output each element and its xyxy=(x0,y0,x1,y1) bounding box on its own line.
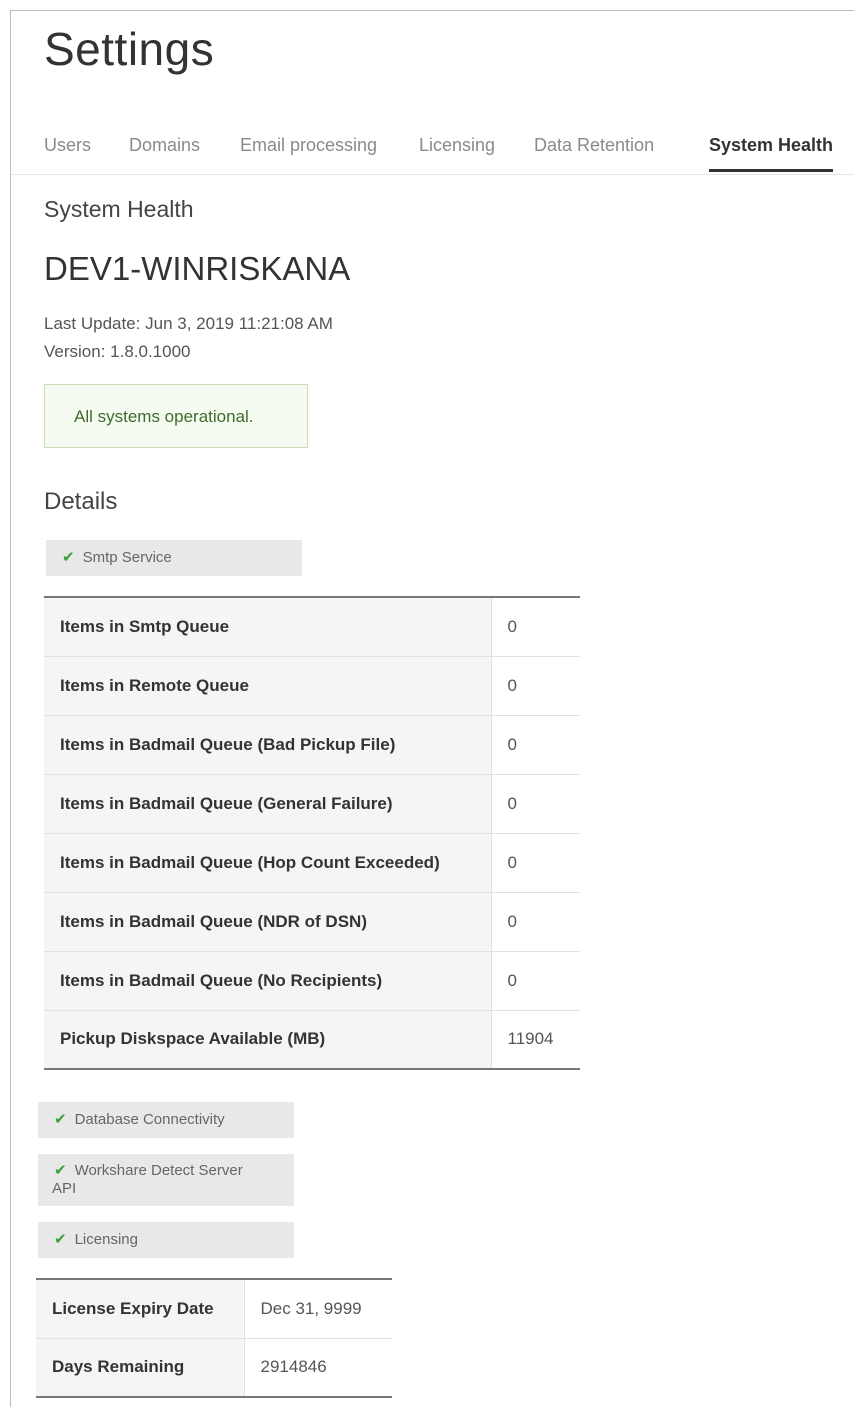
check-icon: ✔ xyxy=(54,1231,67,1248)
check-icon: ✔ xyxy=(54,1111,67,1128)
check-icon: ✔ xyxy=(62,549,75,566)
row-value: 0 xyxy=(491,715,580,775)
workshare-api-header[interactable]: ✔ Workshare Detect Server API xyxy=(38,1154,294,1206)
row-label: Items in Badmail Queue (NDR of DSN) xyxy=(44,892,492,952)
row-value: 0 xyxy=(491,597,580,657)
table-row: Items in Badmail Queue (No Recipients) 0 xyxy=(44,951,580,1011)
row-value: 0 xyxy=(491,656,580,716)
version: Version: 1.8.0.1000 xyxy=(44,342,191,361)
settings-tabs: Users Domains Email processing Licensing… xyxy=(11,118,854,175)
row-value: 0 xyxy=(491,833,580,893)
licensing-table: License Expiry Date Dec 31, 9999 Days Re… xyxy=(36,1278,392,1398)
workshare-api-label-line1: Workshare Detect Server xyxy=(74,1162,243,1179)
smtp-service-label: Smtp Service xyxy=(82,549,172,566)
table-row: Items in Badmail Queue (Bad Pickup File)… xyxy=(44,715,580,775)
table-row: Items in Badmail Queue (General Failure)… xyxy=(44,774,580,834)
row-label: Pickup Diskspace Available (MB) xyxy=(44,1010,492,1069)
row-label: Items in Badmail Queue (Bad Pickup File) xyxy=(44,715,492,775)
workshare-api-label-line2: API xyxy=(52,1180,77,1197)
last-update: Last Update: Jun 3, 2019 11:21:08 AM xyxy=(44,314,333,333)
licensing-label: Licensing xyxy=(74,1231,138,1248)
row-label: Items in Remote Queue xyxy=(44,656,492,716)
row-value: Dec 31, 9999 xyxy=(244,1279,392,1339)
table-row: Items in Badmail Queue (Hop Count Exceed… xyxy=(44,833,580,893)
row-value: 0 xyxy=(491,892,580,952)
table-row: Items in Remote Queue 0 xyxy=(44,656,580,716)
tab-email-processing[interactable]: Email processing xyxy=(240,132,377,172)
tab-data-retention[interactable]: Data Retention xyxy=(534,132,654,172)
row-label: Items in Smtp Queue xyxy=(44,597,492,657)
row-value: 2914846 xyxy=(244,1338,392,1397)
table-row: License Expiry Date Dec 31, 9999 xyxy=(36,1279,392,1339)
status-message: All systems operational. xyxy=(44,384,308,448)
row-label: Days Remaining xyxy=(36,1338,245,1397)
tab-licensing[interactable]: Licensing xyxy=(419,132,495,172)
table-row: Days Remaining 2914846 xyxy=(36,1338,392,1397)
row-value: 0 xyxy=(491,774,580,834)
section-title: System Health xyxy=(44,196,194,222)
table-row: Pickup Diskspace Available (MB) 11904 xyxy=(44,1010,580,1069)
row-label: Items in Badmail Queue (No Recipients) xyxy=(44,951,492,1011)
server-name: DEV1-WINRISKANA xyxy=(44,250,351,287)
tab-users[interactable]: Users xyxy=(44,132,91,172)
row-value: 11904 xyxy=(491,1010,580,1069)
row-label: Items in Badmail Queue (Hop Count Exceed… xyxy=(44,833,492,893)
table-row: Items in Badmail Queue (NDR of DSN) 0 xyxy=(44,892,580,952)
database-connectivity-label: Database Connectivity xyxy=(74,1111,225,1128)
check-icon: ✔ xyxy=(54,1162,67,1179)
database-connectivity-header[interactable]: ✔ Database Connectivity xyxy=(38,1102,294,1138)
tab-domains[interactable]: Domains xyxy=(129,132,200,172)
table-row: Items in Smtp Queue 0 xyxy=(44,597,580,657)
smtp-details-table: Items in Smtp Queue 0 Items in Remote Qu… xyxy=(44,596,580,1070)
row-label: Items in Badmail Queue (General Failure) xyxy=(44,774,492,834)
tab-system-health[interactable]: System Health xyxy=(709,132,834,172)
licensing-header[interactable]: ✔ Licensing xyxy=(38,1222,294,1258)
smtp-service-header[interactable]: ✔ Smtp Service xyxy=(46,540,302,576)
details-title: Details xyxy=(44,488,118,515)
row-value: 0 xyxy=(491,951,580,1011)
row-label: License Expiry Date xyxy=(36,1279,245,1339)
page-title: Settings xyxy=(44,23,215,75)
